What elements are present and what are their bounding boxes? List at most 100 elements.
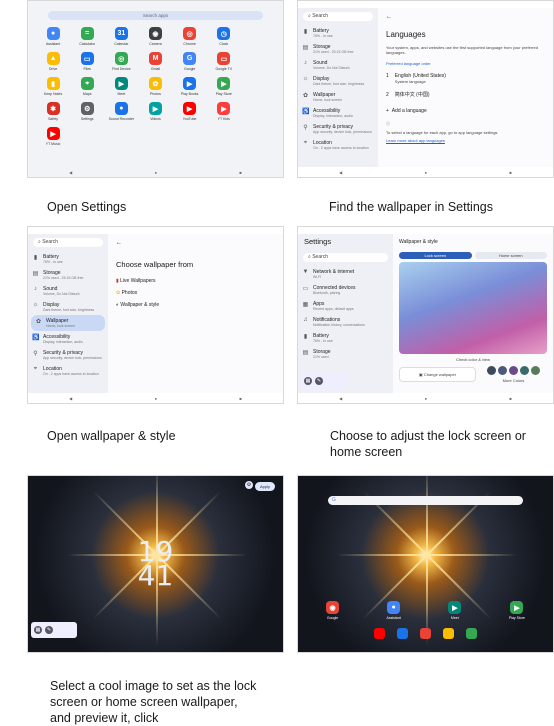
sidebar-item[interactable]: ☼ Display Dark theme, font size, brightnes…	[298, 73, 378, 89]
settings-search[interactable]: ⌕ Search	[303, 12, 373, 21]
add-language-button[interactable]: + Add a language	[378, 103, 553, 119]
home-app[interactable]: ▶ Play Store	[509, 601, 525, 620]
app-item[interactable]: ● Assistant	[36, 27, 70, 46]
settings-search[interactable]: ⌕ Search	[303, 253, 388, 262]
app-item[interactable]: G Google	[173, 52, 207, 71]
home-app[interactable]: ▶ Meet	[448, 601, 462, 620]
dock-app-icon[interactable]	[397, 627, 408, 639]
edit-icon[interactable]: ✎	[315, 377, 323, 385]
sidebar-item[interactable]: ▤ Storage 21% used - 25.15 GB free	[28, 267, 108, 283]
sidebar-item[interactable]: ✿ Wallpaper Home, lock screen	[298, 89, 378, 105]
caption-step-1: Open Settings	[47, 200, 127, 214]
wallpaper-style-panel: Wallpaper & style Lock screen Home scree…	[393, 234, 553, 393]
app-item[interactable]: ◎ Find Device	[104, 52, 138, 71]
app-item[interactable]: ▭ Files	[70, 52, 104, 71]
tab-home-screen[interactable]: Home screen	[474, 252, 547, 259]
sidebar-item[interactable]: ▤ Storage 21% used - 25.15 GB free	[298, 41, 378, 57]
sidebar-item[interactable]: ♿ Accessibility Display, interaction, audi…	[298, 105, 378, 121]
dock-app-icon[interactable]	[466, 627, 477, 639]
back-arrow-icon[interactable]: ←	[378, 8, 553, 26]
sidebar-item[interactable]: ♪ Sound Volume, Do Not Disturb	[28, 283, 108, 299]
app-item[interactable]: ▶ YouTube	[173, 102, 207, 121]
language-item-2[interactable]: 2 简体中文 (中国)	[378, 87, 553, 103]
gallery-icon[interactable]: ▦	[34, 626, 42, 634]
color-swatch[interactable]	[509, 366, 518, 375]
sidebar-item[interactable]: ♫ Notifications Notification history, conv…	[298, 314, 393, 330]
sidebar-item[interactable]: ☼ Display Dark theme, font size, brightnes…	[28, 299, 108, 315]
sidebar-item[interactable]: ⌖ Location On - 2 apps have access to loca…	[28, 363, 108, 379]
recents-icon[interactable]: ■	[239, 170, 241, 175]
sidebar-item[interactable]: ▮ Battery 76% - In use	[28, 251, 108, 267]
sidebar-item[interactable]: ⚲ Security & privacy App security, device …	[28, 347, 108, 363]
settings-search[interactable]: ⌕ Search	[33, 238, 103, 247]
app-item[interactable]: ● Sound Recorder	[104, 102, 138, 121]
color-swatch[interactable]	[487, 366, 496, 375]
search-apps-bar[interactable]: Search apps	[48, 11, 263, 20]
gallery-icon[interactable]: ▦	[304, 377, 312, 385]
sidebar-item[interactable]: ▮ Battery 76% - In use	[298, 25, 378, 41]
app-item[interactable]: ▶ Meet	[104, 77, 138, 96]
color-swatch[interactable]	[531, 366, 540, 375]
dock-app-icon[interactable]	[374, 627, 385, 639]
app-item[interactable]: ⌖ Maps	[70, 77, 104, 96]
sidebar-item[interactable]: ✿ Wallpaper Home, lock screen	[31, 315, 105, 331]
app-item[interactable]: ▮ Keep Notes	[36, 77, 70, 96]
option-live-wallpapers[interactable]: ▮ Live Wallpapers	[108, 275, 283, 287]
nav-bar: ◀ ● ■	[28, 167, 283, 177]
app-label: Meet	[450, 616, 459, 620]
settings-gear-icon[interactable]: ⚙	[245, 481, 253, 489]
google-search-bar[interactable]: G	[328, 496, 523, 505]
dock-app-icon[interactable]	[443, 627, 454, 639]
back-icon[interactable]: ◀	[69, 170, 72, 175]
app-item[interactable]: ▶ YT Music	[36, 127, 70, 146]
sidebar-item[interactable]: ♪ Sound Volume, Do Not Disturb	[298, 57, 378, 73]
option-photos[interactable]: ✿ Photos	[108, 287, 283, 299]
app-item[interactable]: ◉ Camera	[138, 27, 172, 46]
learn-more-link[interactable]: Learn more about app languages	[378, 137, 553, 144]
sidebar-item[interactable]: ▼ Network & internet Wi-Fi	[298, 266, 393, 282]
page-title: Languages	[386, 30, 426, 39]
language-item-1[interactable]: 1 English (United States) System language	[378, 70, 553, 87]
apply-button[interactable]: Apply	[254, 482, 275, 491]
color-swatch[interactable]	[498, 366, 507, 375]
tab-lock-screen[interactable]: Lock screen	[399, 252, 472, 259]
sidebar-icon: ♫	[303, 317, 308, 323]
sidebar-item[interactable]: ⌖ Location On - 2 apps have access to loca…	[298, 137, 378, 153]
app-item[interactable]: ✿ Photos	[138, 77, 172, 96]
app-item[interactable]: ✱ Safety	[36, 102, 70, 121]
app-item[interactable]: ▭ Google TV	[207, 52, 241, 71]
app-item[interactable]: ▲ Drive	[36, 52, 70, 71]
color-swatch[interactable]	[520, 366, 529, 375]
sidebar-item[interactable]: ♿ Accessibility Display, interaction, audi…	[28, 331, 108, 347]
app-item[interactable]: ▶ YT Kids	[207, 102, 241, 121]
app-icon: 31	[114, 27, 128, 40]
home-icon[interactable]: ●	[155, 170, 157, 175]
app-icon: ●	[387, 601, 401, 614]
nav-bar: ◀ ● ■	[339, 169, 512, 175]
sidebar-item[interactable]: ▦ Apps Recent apps, default apps	[298, 298, 393, 314]
option-wallpaper-style[interactable]: ◐ Wallpaper & style	[108, 299, 283, 311]
star-ray	[426, 554, 517, 557]
change-wallpaper-button[interactable]: ▣ Change wallpaper	[399, 367, 476, 382]
more-colors-button[interactable]: More Colors	[480, 378, 547, 383]
sidebar-item[interactable]: ⚲ Security & privacy App security, device …	[298, 121, 378, 137]
app-item[interactable]: ◷ Clock	[207, 27, 241, 46]
home-app[interactable]: ● Assistant	[387, 601, 401, 620]
back-arrow-icon[interactable]: ←	[108, 234, 283, 252]
app-item[interactable]: ▶ Videos	[138, 102, 172, 121]
home-app[interactable]: ◉ Google	[326, 601, 339, 620]
app-item[interactable]: M Gmail	[138, 52, 172, 71]
app-item[interactable]: ◎ Chrome	[173, 27, 207, 46]
wallpaper-preview[interactable]	[399, 262, 547, 354]
sidebar-item[interactable]: ▮ Battery 76% - In use	[298, 330, 393, 346]
sidebar-item[interactable]: ▭ Connected devices Bluetooth, pairing	[298, 282, 393, 298]
sidebar-item[interactable]: ▤ Storage 21% used	[298, 346, 393, 362]
app-item[interactable]: ⚙ Settings	[70, 102, 104, 121]
app-item[interactable]: = Calculator	[70, 27, 104, 46]
edit-icon[interactable]: ✎	[45, 626, 53, 634]
dock-app-icon[interactable]	[420, 627, 431, 639]
app-language-hint: To select a language for each app, go to…	[386, 130, 498, 135]
app-item[interactable]: ▶ Play Store	[207, 77, 241, 96]
app-item[interactable]: 31 Calendar	[104, 27, 138, 46]
app-item[interactable]: ▶ Play Books	[173, 77, 207, 96]
